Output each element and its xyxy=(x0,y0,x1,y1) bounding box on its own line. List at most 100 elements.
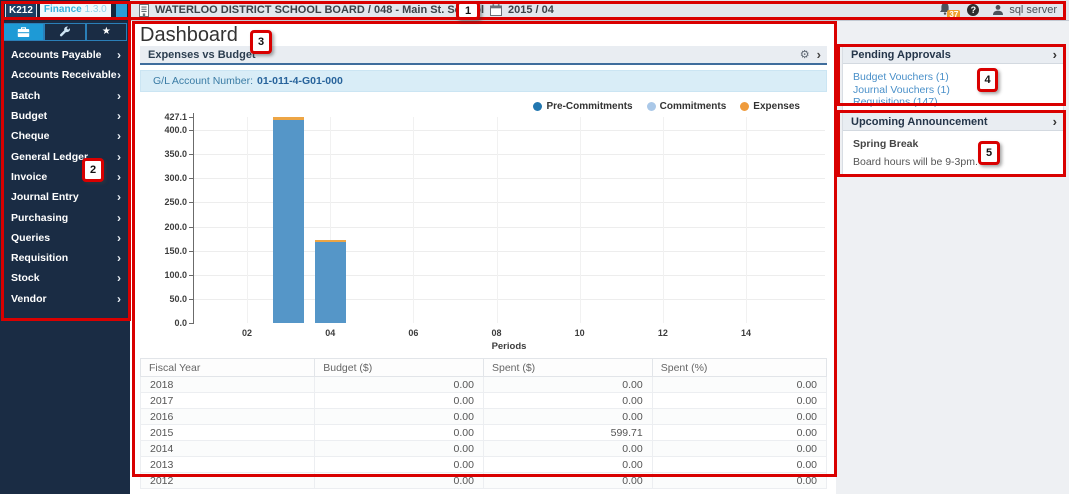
sidebar-item-general-ledger[interactable]: General Ledger › xyxy=(0,146,130,166)
gear-icon[interactable]: ⚙ xyxy=(800,48,810,61)
table-row[interactable]: 20120.000.000.00 xyxy=(141,473,827,489)
value-cell: 0.00 xyxy=(315,473,484,489)
bar-pre-commitments-period-4[interactable] xyxy=(315,242,346,323)
bar-pre-commitments-period-3[interactable] xyxy=(273,120,304,323)
sidebar-item-label: Batch xyxy=(11,90,40,102)
fiscal-period-label[interactable]: 2015 / 04 xyxy=(508,4,554,16)
chevron-right-icon: › xyxy=(117,129,121,143)
announcement-chevron-icon[interactable]: › xyxy=(1053,114,1057,129)
legend-label: Commitments xyxy=(660,101,727,112)
sidebar-item-label: General Ledger xyxy=(11,151,88,163)
announcement-body: Board hours will be 9-3pm. xyxy=(853,156,1053,168)
tab-tools[interactable] xyxy=(44,23,85,40)
table-row[interactable]: 20150.00599.710.00 xyxy=(141,425,827,441)
legend-dot-icon xyxy=(533,102,542,111)
sidebar-item-label: Journal Entry xyxy=(11,191,79,203)
announcement-panel: Upcoming Announcement › Spring Break Boa… xyxy=(842,111,1064,175)
sidebar-item-stock[interactable]: Stock› xyxy=(0,268,130,288)
table-row[interactable]: 20160.000.000.00 xyxy=(141,409,827,425)
sidebar-item-label: Invoice xyxy=(11,171,47,183)
table-row[interactable]: 20130.000.000.00 xyxy=(141,457,827,473)
legend-item[interactable]: Expenses xyxy=(740,101,800,112)
chevron-right-icon: › xyxy=(117,251,121,265)
panel-expand-chevron-icon[interactable]: › xyxy=(817,47,821,62)
value-cell: 0.00 xyxy=(483,473,652,489)
bar-expenses-period-4[interactable] xyxy=(315,240,346,242)
chart-legend: Pre-Commitments Commitments Expenses xyxy=(533,101,800,112)
sidebar-item-vendor[interactable]: Vendor› xyxy=(0,289,130,309)
sidebar-item-accounts-payable[interactable]: Accounts Payable› xyxy=(0,45,130,65)
sidebar-item-requisition[interactable]: Requisition› xyxy=(0,248,130,268)
fiscal-year-cell: 2016 xyxy=(141,409,315,425)
sidebar-item-purchasing[interactable]: Purchasing› xyxy=(0,207,130,227)
expenses-vs-budget-chart: Pre-CommitmentsCommitmentsExpenses 0.050… xyxy=(140,95,827,357)
announcement-title: Upcoming Announcement xyxy=(851,116,1053,128)
tab-modules[interactable] xyxy=(3,23,44,40)
fiscal-year-cell: 2017 xyxy=(141,393,315,409)
user-menu[interactable]: sql server xyxy=(992,4,1057,16)
board-school-label[interactable]: WATERLOO DISTRICT SCHOOL BOARD / 048 - M… xyxy=(155,4,484,16)
y-axis-tick-label: 350.0 xyxy=(145,149,187,159)
x-axis-tick-label: 04 xyxy=(315,328,345,338)
x-axis-tick-label: 06 xyxy=(398,328,428,338)
bar-expenses-period-3[interactable] xyxy=(273,117,304,120)
pending-approvals-chevron-icon[interactable]: › xyxy=(1053,47,1057,62)
x-axis-tick-label: 10 xyxy=(565,328,595,338)
legend-item[interactable]: Pre-Commitments xyxy=(533,101,632,112)
pending-link-budget-vouchers-1[interactable]: Budget Vouchers (1) xyxy=(853,71,1053,84)
help-icon[interactable]: ? xyxy=(967,4,979,16)
building-doc-icon xyxy=(139,4,149,17)
announcement-heading: Spring Break xyxy=(853,138,1053,150)
sidebar-item-label: Stock xyxy=(11,272,40,284)
legend-item[interactable]: Commitments xyxy=(647,101,727,112)
y-axis-tick-label: 300.0 xyxy=(145,173,187,183)
sidebar-item-queries[interactable]: Queries› xyxy=(0,228,130,248)
sidebar-item-budget[interactable]: Budget› xyxy=(0,106,130,126)
sidebar-item-cheque[interactable]: Cheque› xyxy=(0,126,130,146)
user-icon xyxy=(992,4,1004,16)
sidebar-item-journal-entry[interactable]: Journal Entry › xyxy=(0,187,130,207)
table-row[interactable]: 20140.000.000.00 xyxy=(141,441,827,457)
chevron-right-icon: › xyxy=(117,190,121,204)
table-header-row: Fiscal YearBudget ($)Spent ($)Spent (%) xyxy=(141,359,827,377)
legend-label: Pre-Commitments xyxy=(546,101,632,112)
announcement-header: Upcoming Announcement › xyxy=(843,113,1063,131)
fiscal-year-table: Fiscal YearBudget ($)Spent ($)Spent (%) … xyxy=(140,358,827,489)
gl-account-value: 01-011-4-G01-000 xyxy=(257,75,343,87)
table-row[interactable]: 20170.000.000.00 xyxy=(141,393,827,409)
value-cell: 0.00 xyxy=(652,393,826,409)
wrench-icon xyxy=(59,26,71,38)
sidebar-item-accounts-receivable[interactable]: Accounts Receivable› xyxy=(0,65,130,85)
value-cell: 0.00 xyxy=(315,393,484,409)
pending-link-requisitions-147[interactable]: Requisitions (147) xyxy=(853,96,1053,109)
table-header-cell: Spent (%) xyxy=(652,359,826,377)
page-title: Dashboard xyxy=(140,24,238,47)
tab-favorites[interactable]: ★ xyxy=(86,23,127,40)
y-axis-tick-label: 427.1 xyxy=(145,112,187,122)
pending-link-journal-vouchers-1[interactable]: Journal Vouchers (1) xyxy=(853,84,1053,97)
chevron-right-icon: › xyxy=(117,150,121,164)
top-bar-actions: 37 ? sql server xyxy=(938,2,1069,19)
chevron-right-icon: › xyxy=(117,170,121,184)
pending-approvals-title: Pending Approvals xyxy=(851,49,1053,61)
logo-accent-block xyxy=(116,3,127,17)
gl-account-info-bar: G/L Account Number: 01-011-4-G01-000 xyxy=(140,70,827,92)
sidebar-item-batch[interactable]: Batch › xyxy=(0,86,130,106)
value-cell: 0.00 xyxy=(483,441,652,457)
value-cell: 0.00 xyxy=(315,441,484,457)
sidebar-item-label: Budget xyxy=(11,110,47,122)
value-cell: 0.00 xyxy=(315,409,484,425)
y-axis-tick-label: 0.0 xyxy=(145,318,187,328)
sidebar-item-invoice[interactable]: Invoice › xyxy=(0,167,130,187)
notifications-button[interactable]: 37 xyxy=(938,2,954,19)
sidebar-menu: Accounts Payable›Accounts Receivable›Bat… xyxy=(0,41,130,309)
fiscal-year-cell: 2012 xyxy=(141,473,315,489)
fiscal-year-cell: 2018 xyxy=(141,377,315,393)
fiscal-year-cell: 2015 xyxy=(141,425,315,441)
briefcase-icon xyxy=(17,27,30,38)
sidebar: ★ Accounts Payable›Accounts Receivable›B… xyxy=(0,21,130,494)
fiscal-year-cell: 2013 xyxy=(141,457,315,473)
chevron-right-icon: › xyxy=(117,89,121,103)
value-cell: 0.00 xyxy=(315,457,484,473)
table-row[interactable]: 20180.000.000.00 xyxy=(141,377,827,393)
